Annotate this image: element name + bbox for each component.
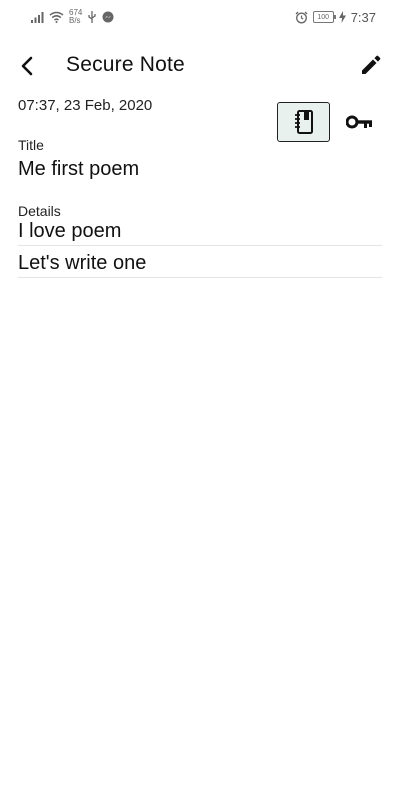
page-title: Secure Note (66, 53, 185, 76)
status-clock: 7:37 (350, 9, 376, 25)
notebook-icon (294, 110, 313, 134)
messenger-icon (102, 11, 114, 23)
details-line: Let's write one (18, 248, 382, 278)
status-bar: 674 B/s 100 7:37 (0, 0, 400, 34)
alarm-icon (295, 11, 308, 23)
arrow-back-icon (21, 56, 33, 76)
status-bar-right: 100 7:37 (295, 7, 376, 27)
network-speed-unit: B/s (69, 16, 81, 25)
edit-button[interactable] (356, 50, 386, 80)
battery-indicator: 100 (312, 11, 336, 23)
charging-icon (338, 11, 346, 23)
status-bar-left: 674 B/s (31, 7, 114, 27)
back-button[interactable] (14, 52, 42, 80)
note-timestamp: 07:37, 23 Feb, 2020 (18, 97, 153, 114)
key-icon (346, 115, 372, 129)
note-type-button[interactable] (277, 102, 330, 142)
title-label: Title (18, 137, 44, 153)
details-line: I love poem (18, 216, 382, 246)
usb-icon (88, 11, 97, 23)
network-speed: 674 B/s (69, 9, 82, 25)
password-button[interactable] (343, 108, 377, 136)
title-value: Me first poem (18, 158, 140, 180)
wifi-icon (49, 11, 64, 23)
app-bar: Secure Note (0, 40, 400, 90)
pencil-icon (362, 55, 381, 74)
signal-icon (31, 12, 44, 23)
